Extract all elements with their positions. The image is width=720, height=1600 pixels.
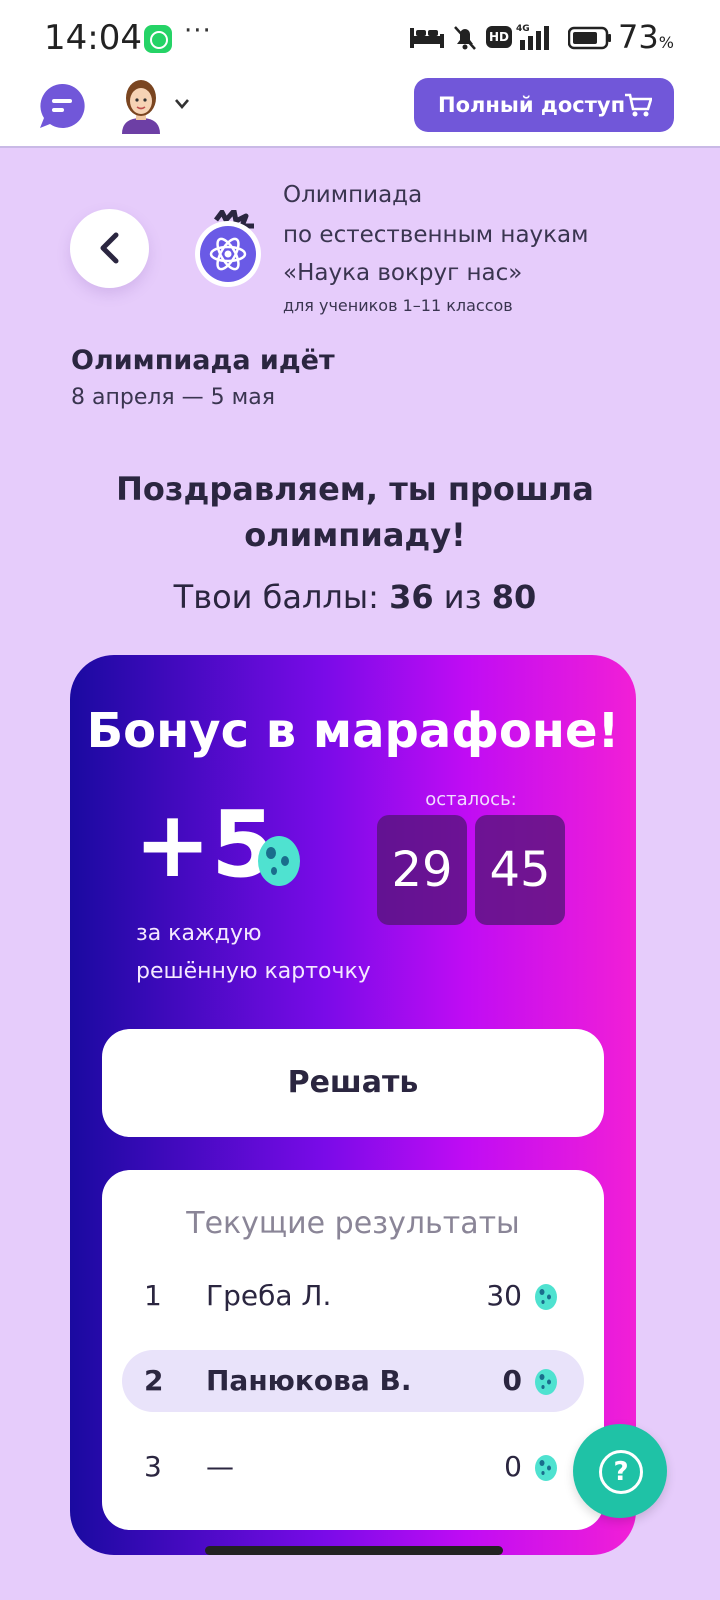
bonus-card: Бонус в марафоне! +5 за каждую решённую … [70,655,636,1555]
row-name: Панюкова В. [206,1364,412,1397]
row-name: — [206,1450,234,1483]
svg-text:4G: 4G [516,24,530,34]
row-rank: 2 [144,1364,164,1397]
leaderboard-title: Текущие результаты [186,1206,520,1241]
help-button[interactable]: ? [573,1424,667,1518]
row-rank: 3 [144,1450,162,1483]
row-name: Греба Л. [206,1279,332,1312]
leaderboard: Текущие результаты 1 Греба Л. 30 2 Панюк… [102,1170,604,1530]
bonus-title: Бонус в марафоне! [86,703,620,759]
score-value: 36 [389,578,434,616]
hd-badge: HD [486,26,512,48]
back-arrow-icon [100,232,119,264]
olympiad-title-line2: по естественным наукам [283,222,589,248]
timer-label: осталось: [425,789,517,810]
bonus-desc-line2: решённую карточку [136,959,371,984]
cart-icon [625,93,652,117]
leaderboard-row: 1 Греба Л. 30 [122,1265,584,1327]
olympiad-status-title: Олимпиада идёт [71,345,335,376]
olympiad-title-line3: «Наука вокруг нас» [283,260,523,286]
score-max: 80 [491,578,537,616]
egg-icon [535,1455,557,1481]
bed-icon [410,28,444,48]
olympiad-title-line1: Олимпиада [283,182,423,208]
battery-percent: 73% [618,18,674,56]
full-access-label: Полный доступ [438,93,626,117]
bell-off-icon [454,26,476,50]
chevron-down-icon[interactable] [174,98,190,110]
leaderboard-row: 3 — 0 [122,1436,584,1498]
leaderboard-row-current-user: 2 Панюкова В. 0 [122,1350,584,1412]
atom-icon [195,210,261,287]
row-score: 30 [486,1279,522,1312]
full-access-button[interactable]: Полный доступ [414,78,674,132]
timer-minutes: 29 [377,815,467,925]
congrats-line1: Поздравляем, ты прошла [116,470,594,508]
chat-icon[interactable] [38,82,86,130]
status-time: 14:04 [44,18,142,58]
solve-button[interactable]: Решать [102,1029,604,1137]
bonus-amount: +5 [134,791,276,898]
bonus-desc-line1: за каждую [136,921,262,946]
score-separator: из [443,578,482,616]
row-score: 0 [502,1364,522,1397]
olympiad-dates: 8 апреля — 5 мая [71,385,275,410]
timer-seconds: 45 [475,815,565,925]
egg-icon [535,1284,557,1310]
more-notifications-icon: ··· [184,16,212,46]
congrats-line2: олимпиаду! [244,516,466,554]
signal-icon: 4G [516,24,549,50]
score-label: Твои баллы: [173,578,379,616]
egg-icon [535,1369,557,1395]
help-icon: ? [599,1450,643,1494]
egg-icon [258,836,300,886]
row-score: 0 [504,1450,522,1483]
back-button[interactable] [70,209,149,288]
whatsapp-icon [144,25,172,53]
row-rank: 1 [144,1279,162,1312]
score-line: Твои баллы: 36 из 80 [60,578,650,616]
olympiad-subtitle: для учеников 1–11 классов [283,296,513,315]
home-indicator[interactable] [205,1546,503,1555]
battery-icon [568,26,611,50]
avatar[interactable] [116,78,166,134]
